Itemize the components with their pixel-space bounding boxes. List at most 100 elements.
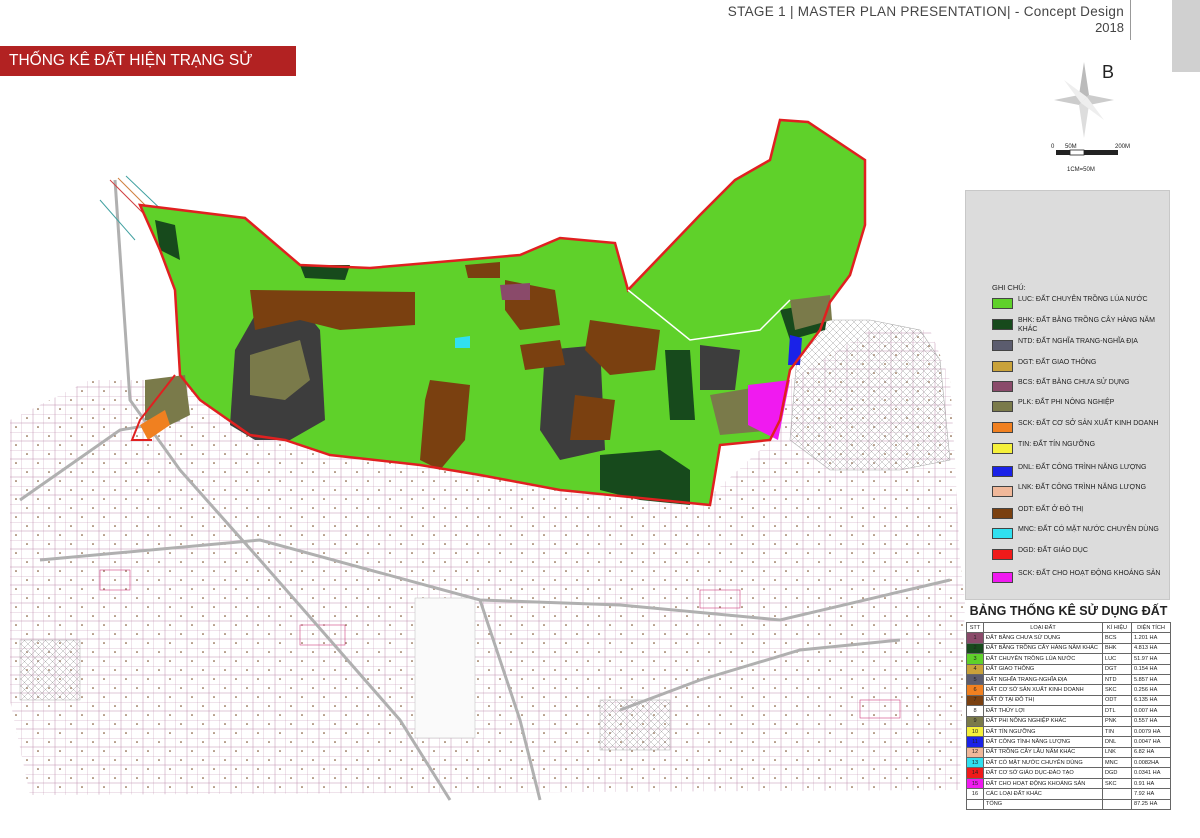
total-value: 87.25 HA (1131, 798, 1171, 811)
row-area: 6.82 HA (1131, 746, 1171, 759)
header-area: DIỆN TÍCH (1131, 621, 1171, 634)
legend-title: GHI CHÚ: (992, 283, 1026, 292)
header-code: KÍ HIỆU (1102, 621, 1132, 634)
row-area: 4.813 HA (1131, 642, 1171, 655)
table-row: 6 ĐẤT CƠ SỞ SẢN XUẤT KINH DOANH SKC 0.256 H… (966, 684, 1171, 696)
row-number: 8 (966, 705, 984, 717)
row-area: 51.97 HA (1131, 653, 1171, 665)
table-row: 15 ĐẤT CHO HOẠT ĐỘNG KHOÁNG SẢN SKC 0.91 HA (966, 777, 1171, 790)
row-number: 4 (966, 663, 984, 675)
row-area: 5.857 HA (1131, 673, 1171, 686)
header-stt: STT (966, 621, 984, 634)
row-code: LUC (1102, 653, 1132, 665)
table-row: 13 ĐẤT CÓ MẶT NƯỚC CHUYÊN DÙNG MNC 0.0082HA (966, 757, 1171, 769)
scale-zero: 0 (1051, 144, 1055, 150)
legend-item: DGD: ĐẤT GIÁO DỤC (992, 546, 1168, 570)
table-row: 11 ĐẤT CÔNG TÌNH NĂNG LƯỢNG DNL 0.0047 HA (966, 736, 1171, 748)
legend-swatch (992, 340, 1013, 351)
row-area: 1.201 HA (1131, 632, 1171, 644)
row-land-type: ĐẤT CHUYÊN TRỒNG LÚA NƯỚC (983, 653, 1103, 665)
row-code: DNL (1102, 736, 1132, 748)
row-code: NTD (1102, 673, 1132, 686)
table-row: 4 ĐẤT GIAO THÔNG DGT 0.154 HA (966, 663, 1171, 675)
legend-label: SCK: ĐẤT CHO HOẠT ĐỘNG KHOÁNG SẢN (1018, 570, 1161, 577)
legend-swatch (992, 422, 1013, 433)
table-row: 1 ĐẤT BẰNG CHƯA SỬ DỤNG BCS 1.201 HA (966, 632, 1171, 644)
legend-panel: GHI CHÚ: LUC: ĐẤT CHUYÊN TRỒNG LÚA NƯỚC B… (965, 190, 1170, 600)
row-number: 11 (966, 736, 984, 748)
legend-swatch (992, 466, 1013, 477)
row-area: 0.557 HA (1131, 715, 1171, 727)
legend-swatch (992, 361, 1013, 372)
table-row: 5 ĐẤT NGHĨA TRANG-NGHĨA ĐỊA NTD 5.857 HA (966, 673, 1171, 686)
row-area: 0.256 HA (1131, 684, 1171, 696)
row-number: 3 (966, 653, 984, 665)
row-area: 0.0341 HA (1131, 767, 1171, 779)
row-land-type: ĐẤT Ở TẠI ĐÔ THỊ (983, 694, 1103, 707)
table-row: 8 ĐẤT THỦY LỢI DTL 0.007 HA (966, 705, 1171, 717)
legend-label: TIN: ĐẤT TÍN NGƯỠNG (1018, 441, 1096, 448)
row-land-type: ĐẤT NGHĨA TRANG-NGHĨA ĐỊA (983, 673, 1103, 686)
row-land-type: ĐẤT THỦY LỢI (983, 705, 1103, 717)
row-land-type: ĐẤT CÔNG TÌNH NĂNG LƯỢNG (983, 736, 1103, 748)
legend-label: SCK: ĐẤT CƠ SỞ SẢN XUẤT KINH DOANH (1018, 420, 1159, 427)
legend-label: LUC: ĐẤT CHUYÊN TRỒNG LÚA NƯỚC (1018, 296, 1148, 303)
legend-label: MNC: ĐẤT CÓ MẶT NƯỚC CHUYÊN DÙNG (1018, 526, 1159, 533)
row-land-type: ĐẤT BẰNG CHƯA SỬ DỤNG (983, 632, 1103, 644)
legend-swatch (992, 443, 1013, 454)
total-label: TỔNG (983, 798, 1103, 811)
total-spacer (966, 798, 984, 811)
legend-swatch (992, 381, 1013, 392)
legend-label: DGD: ĐẤT GIÁO DỤC (1018, 547, 1088, 554)
legend-item: TIN: ĐẤT TÍN NGƯỠNG (992, 440, 1168, 464)
row-code: DTL (1102, 705, 1132, 717)
row-code: TIN (1102, 725, 1132, 738)
row-number: 2 (966, 642, 984, 655)
legend-label: NTD: ĐẤT NGHĨA TRANG-NGHĨA ĐỊA (1018, 338, 1138, 345)
legend-label: DNL: ĐẤT CÔNG TRÌNH NĂNG LƯỢNG (1018, 464, 1147, 471)
legend-item: LNK: ĐẤT CÔNG TRÌNH NĂNG LƯỢNG (992, 483, 1168, 507)
table-row: 2 ĐẤT BẰNG TRỒNG CÂY HÀNG NĂM KHÁC BHK 4.81… (966, 642, 1171, 655)
table-row: 9 ĐẤT PHI NÔNG NGHIỆP KHÁC PNK 0.557 HA (966, 715, 1171, 727)
table-total-row: TỔNG 87.25 HA (966, 798, 1171, 811)
row-code: BHK (1102, 642, 1132, 655)
row-land-type: ĐẤT PHI NÔNG NGHIỆP KHÁC (983, 715, 1103, 727)
row-number: 7 (966, 694, 984, 707)
row-code: LNK (1102, 746, 1132, 759)
page-title: THỐNG KÊ ĐẤT HIỆN TRẠNG SỬ DỤNG (0, 46, 296, 99)
row-number: 1 (966, 632, 984, 644)
row-area: 0.0047 HA (1131, 736, 1171, 748)
row-land-type: CÁC LOẠI ĐẤT KHÁC (983, 788, 1103, 800)
compass-letter: B (1102, 62, 1115, 82)
row-code: PNK (1102, 715, 1132, 727)
row-number: 16 (966, 788, 984, 800)
scale-mid: 50M (1065, 144, 1077, 150)
row-number: 10 (966, 725, 984, 738)
legend-swatch (992, 549, 1013, 560)
row-code (1102, 788, 1132, 800)
row-area: 0.007 HA (1131, 705, 1171, 717)
legend-swatch (992, 572, 1013, 583)
legend-swatch (992, 486, 1013, 497)
row-area: 7.92 HA (1131, 788, 1171, 800)
legend-label: LNK: ĐẤT CÔNG TRÌNH NĂNG LƯỢNG (1018, 484, 1147, 491)
row-land-type: ĐẤT CƠ SỞ GIÁO DỤC-ĐÀO TẠO (983, 767, 1103, 779)
legend-swatch (992, 319, 1013, 330)
row-code: BCS (1102, 632, 1132, 644)
table-row: 14 ĐẤT CƠ SỞ GIÁO DỤC-ĐÀO TẠO DGD 0.0341 HA (966, 767, 1171, 779)
legend-item: SCK: ĐẤT CHO HOẠT ĐỘNG KHOÁNG SẢN (992, 569, 1168, 593)
legend-label: ODT: ĐẤT Ở ĐÔ THỊ (1018, 506, 1084, 513)
row-land-type: ĐẤT TÍN NGƯỠNG (983, 725, 1103, 738)
row-number: 6 (966, 684, 984, 696)
row-number: 13 (966, 757, 984, 769)
total-code-spacer (1102, 798, 1132, 811)
legend-swatch (992, 401, 1013, 412)
legend-label: BCS: ĐẤT BẰNG CHƯA SỬ DỤNG (1018, 379, 1130, 386)
row-number: 5 (966, 673, 984, 686)
scale-end: 200M (1115, 144, 1131, 150)
row-code: MNC (1102, 757, 1132, 769)
row-number: 12 (966, 746, 984, 759)
row-code: DGD (1102, 767, 1132, 779)
table-row: 16 CÁC LOẠI ĐẤT KHÁC 7.92 HA (966, 788, 1171, 800)
row-number: 15 (966, 777, 984, 790)
